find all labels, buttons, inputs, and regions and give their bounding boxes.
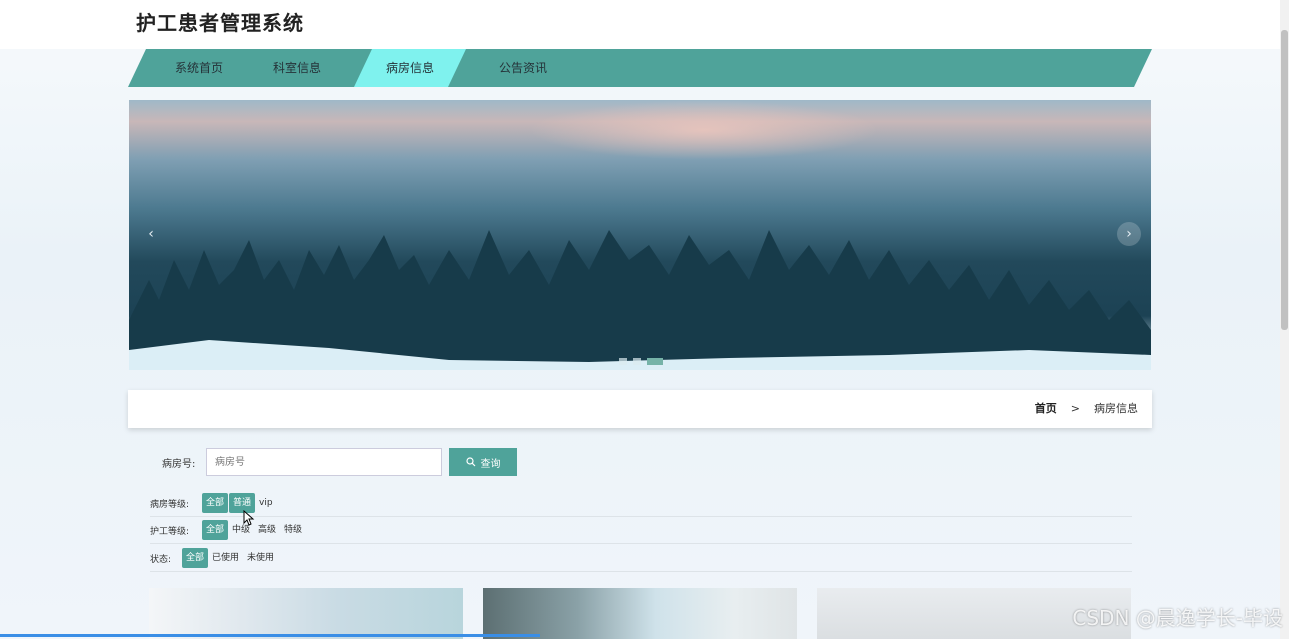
filter-label: 病房等级: bbox=[150, 499, 190, 510]
search-row: 病房号: bbox=[150, 448, 195, 476]
search-button-label: 查询 bbox=[480, 458, 501, 470]
site-header: 护工患者管理系统 bbox=[0, 0, 1280, 49]
breadcrumb-home[interactable]: 首页 bbox=[1035, 390, 1057, 428]
nav-item-wards[interactable]: 病房信息 bbox=[354, 49, 466, 87]
filter-row-status: 状态: 全部 已使用 未使用 bbox=[150, 545, 1132, 572]
scrollbar-thumb[interactable] bbox=[1281, 30, 1288, 330]
filter-option[interactable]: 全部 bbox=[202, 520, 229, 540]
filter-option[interactable]: vip bbox=[255, 493, 277, 513]
nav-item-home[interactable]: 系统首页 bbox=[154, 49, 244, 87]
breadcrumb-current: 病房信息 bbox=[1094, 402, 1138, 415]
carousel-prev-button[interactable]: ‹ bbox=[139, 222, 163, 246]
filter-option[interactable]: 全部 bbox=[182, 548, 209, 568]
ward-number-input[interactable] bbox=[206, 448, 442, 476]
filter-option[interactable]: 未使用 bbox=[243, 548, 278, 568]
carousel-dot-active[interactable] bbox=[647, 358, 663, 365]
carousel-next-button[interactable]: › bbox=[1117, 222, 1141, 246]
filter-option[interactable]: 特级 bbox=[280, 520, 306, 540]
banner-carousel: ‹ › bbox=[129, 100, 1151, 370]
site-title: 护工患者管理系统 bbox=[136, 11, 304, 35]
filter-option[interactable]: 已使用 bbox=[208, 548, 243, 568]
carousel-dot[interactable] bbox=[633, 358, 641, 365]
search-label: 病房号: bbox=[162, 458, 196, 470]
filter-row-caregiver-level: 护工等级: 全部 中级 高级 特级 bbox=[150, 517, 1132, 544]
filter-option[interactable]: 全部 bbox=[202, 493, 229, 513]
mouse-cursor-icon bbox=[243, 510, 255, 526]
filter-label: 状态: bbox=[150, 554, 172, 565]
loading-progress-bar bbox=[0, 634, 540, 637]
breadcrumb: 首页 > 病房信息 bbox=[1035, 390, 1138, 428]
breadcrumb-bar: 首页 > 病房信息 bbox=[128, 390, 1152, 428]
ward-card-image[interactable] bbox=[149, 588, 463, 639]
nav-item-departments[interactable]: 科室信息 bbox=[252, 49, 342, 87]
banner-sky bbox=[529, 100, 879, 160]
main-nav: 系统首页 科室信息 病房信息 公告资讯 bbox=[128, 49, 1152, 87]
search-button[interactable]: 查询 bbox=[449, 448, 517, 476]
carousel-dot[interactable] bbox=[619, 358, 627, 365]
watermark-text: CSDN @晨逸学长-毕设 bbox=[1072, 606, 1283, 630]
breadcrumb-separator: > bbox=[1070, 402, 1080, 415]
page-scrollbar[interactable] bbox=[1280, 0, 1289, 639]
ward-card-image[interactable] bbox=[483, 588, 797, 639]
filter-label: 护工等级: bbox=[150, 526, 190, 537]
search-icon bbox=[465, 457, 475, 467]
carousel-indicators bbox=[619, 358, 663, 365]
filter-option[interactable]: 高级 bbox=[254, 520, 280, 540]
ward-card-list bbox=[149, 588, 1131, 639]
filter-row-ward-level: 病房等级: 全部 普通 vip bbox=[150, 490, 1132, 517]
nav-item-announcements[interactable]: 公告资讯 bbox=[478, 49, 568, 87]
banner-forest-image bbox=[129, 230, 1151, 370]
